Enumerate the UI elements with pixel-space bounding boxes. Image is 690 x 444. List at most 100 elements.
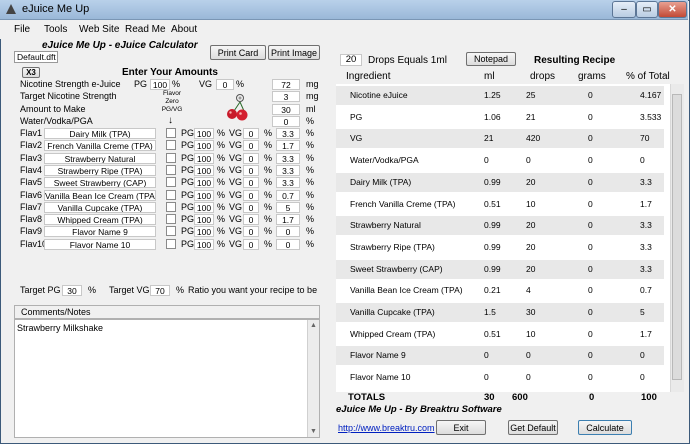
flavor-pct-input[interactable]: 0 — [276, 226, 300, 238]
flavor-pct-input[interactable]: 3.3 — [276, 152, 300, 164]
flavor-pg-input[interactable]: 100 — [194, 226, 214, 238]
flavor-zero-checkbox[interactable] — [166, 238, 176, 249]
water-label: Water/Vodka/PGA — [20, 116, 93, 126]
flavor-name-input[interactable]: Dairy Milk (TPA) — [44, 128, 156, 139]
recipe-cell: 0 — [588, 263, 593, 274]
flavor-vg-pct: % — [264, 128, 273, 138]
flavor-id-label: Flav4 — [20, 164, 43, 175]
flavor-name-input[interactable]: Strawberry Natural — [44, 152, 156, 164]
recipe-scroll-thumb[interactable] — [672, 94, 682, 380]
x3-button[interactable]: X3 — [22, 67, 40, 78]
flavor-pg-input[interactable]: 100 — [194, 164, 214, 176]
menu-website[interactable]: Web Site — [79, 24, 119, 35]
flavor-vg-input[interactable]: 0 — [243, 140, 259, 152]
amount-to-make-label: Amount to Make — [20, 104, 86, 114]
flavor-zero-checkbox[interactable] — [166, 214, 176, 225]
flavor-pct-input[interactable]: 3.3 — [276, 128, 300, 139]
flavor-vg-label: VG — [229, 214, 243, 225]
flavor-pg-input[interactable]: 100 — [194, 177, 214, 189]
flavor-zero-checkbox[interactable] — [166, 128, 176, 138]
flavor-pct-input[interactable]: 3.3 — [276, 177, 300, 189]
nic-pg-input[interactable]: 100 — [150, 79, 170, 90]
flavor-vg-input[interactable]: 0 — [243, 238, 259, 250]
flavor-pg-input[interactable]: 100 — [194, 128, 214, 139]
target-pg-pct: % — [88, 285, 97, 295]
menu-file[interactable]: File — [14, 24, 30, 35]
flavor-pg-input[interactable]: 100 — [194, 201, 214, 213]
flavor-pg-input[interactable]: 100 — [194, 214, 214, 226]
flavor-name-input[interactable]: Flavor Name 10 — [44, 238, 156, 250]
notepad-button[interactable]: Notepad — [466, 52, 516, 66]
amount-to-make-input[interactable]: 30 — [272, 104, 300, 115]
close-icon[interactable]: ✕ — [658, 1, 687, 18]
flavor-vg-pct: % — [264, 201, 273, 212]
amounts-heading: Enter Your Amounts — [122, 67, 218, 78]
flavor-pct-input[interactable]: 0.7 — [276, 189, 300, 201]
flavor-pg-pct: % — [217, 226, 226, 237]
flavor-zero-checkbox[interactable] — [166, 140, 176, 151]
flavor-zero-checkbox[interactable] — [166, 164, 176, 175]
flavor-vg-input[interactable]: 0 — [243, 177, 259, 189]
recipe-row: French Vanilla Creme (TPA) 0.51 10 0 1.7 — [336, 195, 664, 214]
drops-input[interactable]: 20 — [340, 54, 362, 66]
target-pg-input[interactable]: 30 — [62, 285, 82, 296]
menu-tools[interactable]: Tools — [44, 24, 67, 35]
flavor-zero-checkbox[interactable] — [166, 189, 176, 200]
flavor-pct-input[interactable]: 3.3 — [276, 164, 300, 176]
website-link[interactable]: http://www.breaktru.com — [338, 423, 435, 433]
notes-textarea[interactable]: Strawberry Milkshake ▲ ▼ — [14, 319, 320, 438]
menu-about[interactable]: About — [171, 24, 197, 35]
flavor-name-input[interactable]: Vanilla Cupcake (TPA) — [44, 201, 156, 213]
nic-vg-input[interactable]: 0 — [216, 79, 234, 90]
flavor-vg-input[interactable]: 0 — [243, 226, 259, 238]
flavor-vg-input[interactable]: 0 — [243, 214, 259, 226]
col-grams: grams — [578, 71, 606, 82]
flavor-pct-input[interactable]: 0 — [276, 238, 300, 250]
scroll-down-icon[interactable]: ▼ — [310, 428, 317, 435]
flavor-pg-input[interactable]: 100 — [194, 152, 214, 164]
flavor-vg-input[interactable]: 0 — [243, 128, 259, 139]
flavor-name-input[interactable]: Flavor Name 9 — [44, 226, 156, 238]
flavor-vg-input[interactable]: 0 — [243, 201, 259, 213]
calculate-button[interactable]: Calculate — [578, 420, 632, 435]
minimize-icon[interactable]: – — [612, 1, 636, 18]
flavor-pct-input[interactable]: 5 — [276, 201, 300, 213]
filename-field[interactable]: Default.dft — [14, 51, 58, 63]
water-input[interactable]: 0 — [272, 116, 300, 127]
down-arrow-icon: ↓ — [168, 115, 173, 126]
flavor-zero-checkbox[interactable] — [166, 226, 176, 237]
target-nicotine-input[interactable]: 3 — [272, 91, 300, 102]
flavor-zero-checkbox[interactable] — [166, 201, 176, 212]
flavor-pct-input[interactable]: 1.7 — [276, 214, 300, 226]
flavor-name-input[interactable]: Sweet Strawberry (CAP) — [44, 177, 156, 189]
flavor-vg-input[interactable]: 0 — [243, 189, 259, 201]
recipe-cell: 0 — [640, 155, 645, 166]
target-vg-input[interactable]: 70 — [150, 285, 170, 296]
recipe-cell: 0 — [588, 350, 593, 361]
print-card-button[interactable]: Print Card — [210, 45, 266, 60]
flavor-pct-input[interactable]: 1.7 — [276, 140, 300, 152]
exit-button[interactable]: Exit — [436, 420, 486, 435]
recipe-cell: PG — [350, 111, 363, 122]
flavor-name-input[interactable]: Strawberry Ripe (TPA) — [44, 164, 156, 176]
flavor-vg-input[interactable]: 0 — [243, 164, 259, 176]
flavor-name-input[interactable]: Whipped Cream (TPA) — [44, 214, 156, 226]
flavor-pg-input[interactable]: 100 — [194, 238, 214, 250]
flavor-vg-label: VG — [229, 128, 243, 138]
get-default-button[interactable]: Get Default — [508, 420, 558, 435]
flavor-vg-input[interactable]: 0 — [243, 152, 259, 164]
flavor-name-input[interactable]: French Vanilla Creme (TPA) — [44, 140, 156, 152]
print-image-button[interactable]: Print Image — [268, 45, 320, 60]
flavor-pg-input[interactable]: 100 — [194, 189, 214, 201]
menu-readme[interactable]: Read Me — [125, 24, 166, 35]
flavor-zero-checkbox[interactable] — [166, 152, 176, 163]
maximize-icon[interactable]: ▭ — [636, 1, 658, 18]
nic-strength-input[interactable]: 72 — [272, 79, 300, 90]
flavor-pg-input[interactable]: 100 — [194, 140, 214, 152]
flavor-vg-label: VG — [229, 152, 243, 163]
totals-drops: 600 — [512, 392, 528, 403]
flavor-name-input[interactable]: Vanilla Bean Ice Cream (TPA) — [44, 189, 156, 201]
notes-scrollbar[interactable]: ▲ ▼ — [307, 320, 319, 437]
scroll-up-icon[interactable]: ▲ — [310, 322, 317, 329]
flavor-zero-checkbox[interactable] — [166, 177, 176, 188]
